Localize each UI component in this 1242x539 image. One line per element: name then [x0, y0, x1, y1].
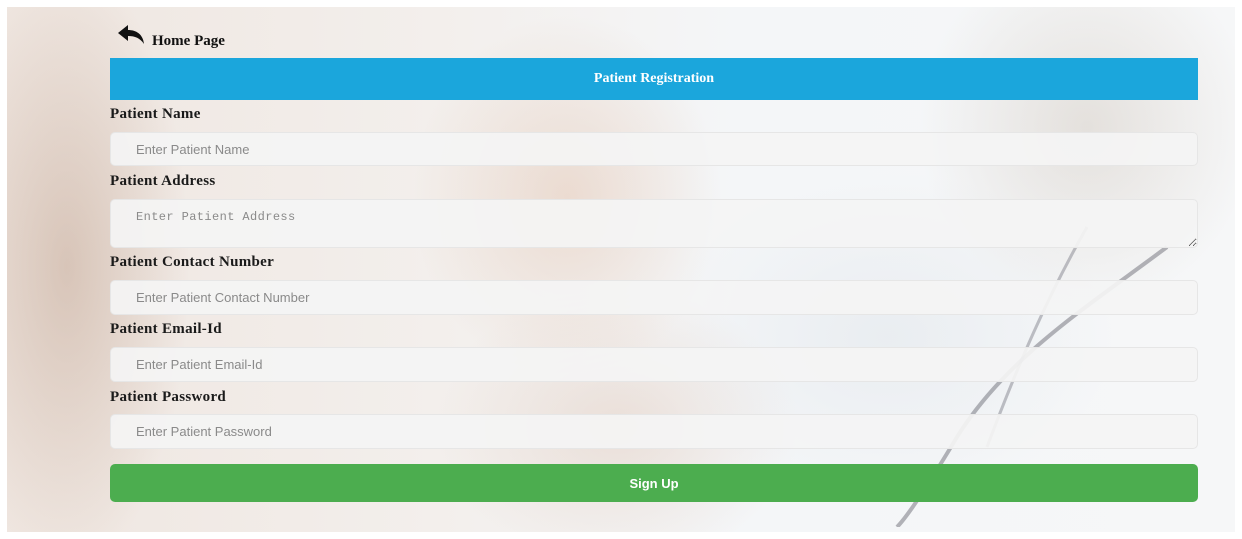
patient-address-label: Patient Address [110, 173, 216, 189]
back-arrow-icon [118, 25, 144, 44]
page-title: Patient Registration [593, 71, 715, 86]
patient-contact-label: Patient Contact Number [110, 254, 275, 270]
patient-password-input[interactable] [110, 414, 1198, 449]
patient-name-label: Patient Name [110, 106, 201, 122]
patient-password-label: Patient Password [110, 389, 227, 405]
sign-up-button[interactable]: Sign Up [110, 464, 1198, 502]
patient-contact-input[interactable] [110, 280, 1198, 315]
page-title-bar: Patient Registration [110, 58, 1198, 100]
patient-address-textarea[interactable] [110, 199, 1198, 248]
home-page-link[interactable]: Home Page [116, 24, 225, 52]
patient-email-input[interactable] [110, 347, 1198, 382]
patient-name-input[interactable] [110, 132, 1198, 166]
patient-email-label: Patient Email-Id [110, 321, 222, 337]
home-page-label: Home Page [152, 32, 225, 49]
